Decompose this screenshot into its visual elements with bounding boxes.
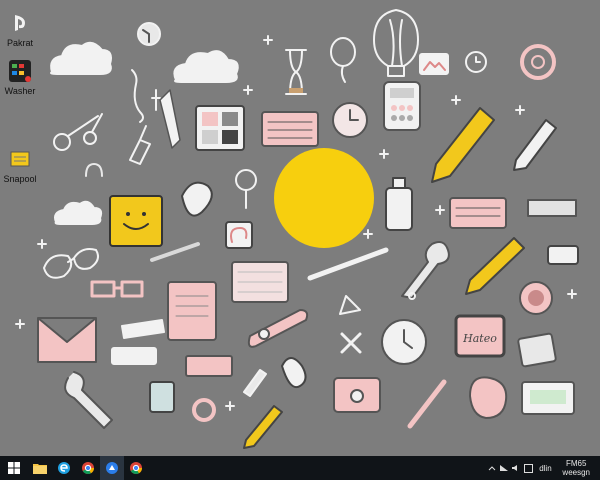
sparkle-icon — [435, 205, 445, 215]
gamepad-icon — [281, 357, 307, 388]
sparkle-icon — [451, 95, 461, 105]
pencil-icon — [159, 89, 181, 149]
sparkle-icon — [363, 229, 373, 239]
pencil-icon — [431, 107, 495, 183]
sparkle-icon — [567, 289, 577, 299]
game-controller-icon — [181, 181, 213, 217]
phone-icon — [149, 381, 175, 413]
pen-icon — [407, 379, 447, 429]
magnifier-icon — [235, 169, 257, 191]
hot-air-balloon-icon — [373, 9, 419, 77]
desktop-icon-label: Snapool — [3, 174, 37, 184]
sparkle-icon — [243, 85, 253, 95]
system-tray: dlin FM65 weesgn — [486, 456, 600, 480]
palette-icon — [469, 376, 508, 419]
book-icon — [517, 332, 557, 368]
taskbar: dlin FM65 weesgn — [0, 456, 600, 480]
wrench-icon — [64, 371, 113, 429]
edge-browser-button[interactable] — [52, 456, 76, 480]
sun-icon — [274, 148, 374, 248]
keyboard-icon — [261, 111, 319, 147]
photo-card-icon — [419, 53, 449, 75]
cloud-icon — [50, 41, 112, 75]
ticket-icon — [185, 355, 233, 377]
file-explorer-button[interactable] — [28, 456, 52, 480]
sticker-text: Hateo — [462, 332, 497, 345]
balloon-icon — [330, 37, 356, 67]
start-button[interactable] — [0, 456, 28, 480]
desktop-icon-pakrat[interactable]: Pakrat — [0, 10, 42, 48]
windows-icon — [8, 462, 20, 474]
cloud-icon — [54, 200, 103, 225]
cloud-icon — [173, 50, 239, 83]
close-cross-icon — [340, 332, 362, 354]
store-app-button[interactable] — [100, 456, 124, 480]
store-icon — [106, 462, 118, 474]
gear-icon — [192, 398, 216, 422]
ghost-icon — [85, 163, 103, 177]
chrome-icon — [130, 462, 142, 475]
wrench-icon — [401, 241, 450, 299]
envelope-icon — [37, 317, 97, 363]
keyboard-icon — [449, 197, 507, 229]
chevron-up-icon[interactable] — [486, 456, 498, 480]
paper-plane-icon — [339, 295, 361, 315]
brush-pen-icon — [129, 125, 151, 165]
usb-drive-icon — [111, 347, 157, 365]
glasses-icon — [43, 248, 99, 279]
pin-tool-icon — [131, 69, 144, 123]
sparkle-icon — [225, 401, 235, 411]
film-reel-icon — [520, 44, 556, 80]
paperclip-card-icon — [225, 221, 253, 249]
sparkle-icon — [263, 35, 273, 45]
playstation-icon — [7, 10, 33, 36]
notepad-icon — [167, 281, 217, 341]
pencil-icon — [465, 237, 525, 295]
chrome-browser-button-2[interactable] — [124, 456, 148, 480]
notes-stack-icon — [7, 146, 33, 172]
eraser-icon — [547, 245, 579, 265]
clock-date: weesgn — [562, 468, 590, 477]
clock-time: FM65 — [565, 459, 587, 468]
network-icon[interactable] — [498, 456, 510, 480]
pencil-icon — [243, 369, 267, 397]
glasses-icon — [90, 280, 144, 298]
chrome-browser-button[interactable] — [76, 456, 100, 480]
desktop-icon-washer[interactable]: Washer — [0, 58, 42, 96]
sparkle-icon — [379, 149, 389, 159]
chrome-icon — [82, 462, 94, 475]
tape-icon — [247, 309, 309, 348]
sparkle-icon — [37, 239, 47, 249]
smiley-note-icon — [109, 195, 163, 247]
bottle-icon — [385, 187, 413, 231]
sparkle-icon — [15, 319, 25, 329]
edge-icon — [58, 462, 70, 474]
sparkle-icon — [515, 105, 525, 115]
desktop-icon-label: Pakrat — [6, 38, 33, 48]
fountain-pen-icon — [307, 247, 389, 281]
notification-icon[interactable] — [522, 456, 534, 480]
volume-icon[interactable] — [510, 456, 522, 480]
desktop-icon-snapool[interactable]: Snapool — [0, 146, 42, 184]
ruler-icon — [527, 199, 577, 217]
app-tile-icon — [7, 58, 33, 84]
paper-icon — [121, 319, 165, 339]
taskbar-clock[interactable]: FM65 weesgn — [556, 459, 600, 477]
desktop-icon-label: Washer — [4, 86, 36, 96]
desktop-wallpaper: Hateo — [15, 9, 579, 449]
hourglass-icon — [285, 49, 307, 95]
pencil-icon — [243, 405, 283, 449]
folder-icon — [33, 464, 47, 474]
ime-indicator[interactable]: dlin — [534, 456, 556, 480]
marker-icon — [513, 119, 557, 171]
